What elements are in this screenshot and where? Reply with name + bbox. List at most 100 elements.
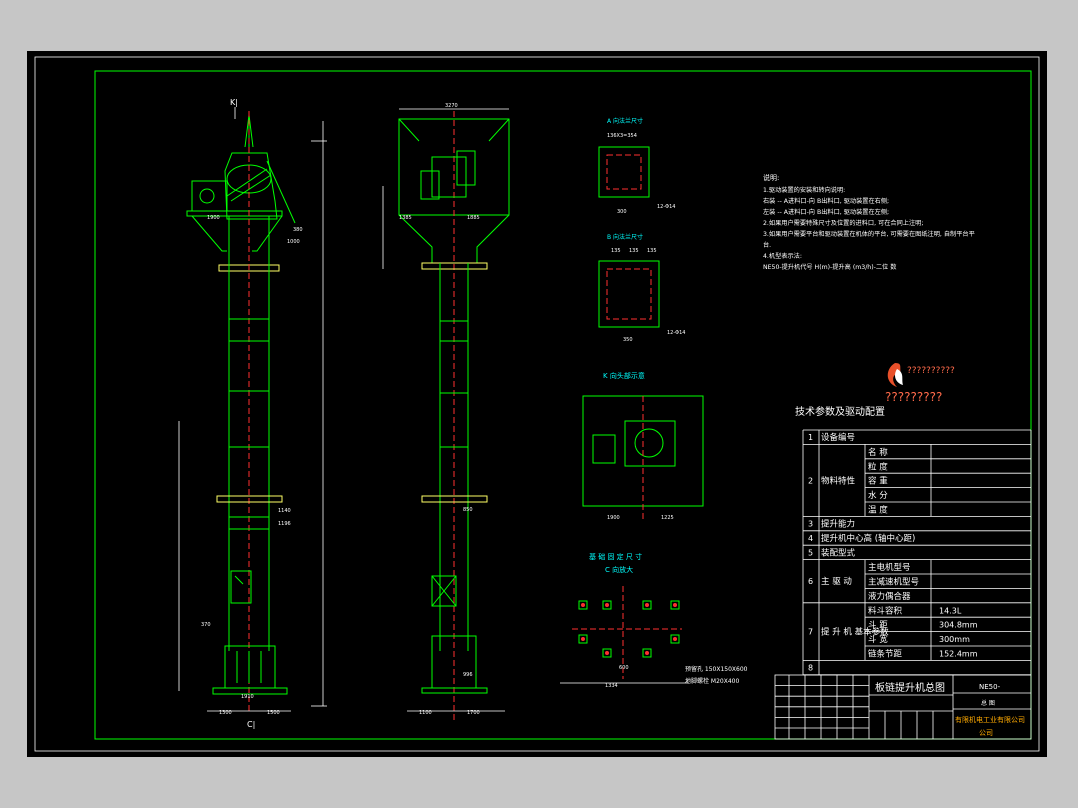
dim-1000: 1000 (287, 239, 300, 245)
dim-380: 380 (293, 227, 303, 233)
dim-1196: 1196 (278, 521, 291, 527)
a-flange-opening (606, 154, 642, 190)
title-block: 板链提升机总图 NE50- 总 图 有限机电工业有限公司 公司 (774, 674, 1032, 740)
dim-1140: 1140 (278, 508, 291, 514)
head-housing (224, 152, 278, 220)
dim-mid-bottom-1: 1100 (419, 710, 432, 716)
b-seg-2: 135 (629, 248, 639, 254)
boot-section (224, 645, 276, 689)
company-name: 有限机电工业有限公司 (955, 715, 1025, 724)
dim-1900: 1900 (207, 215, 220, 221)
gearbox (431, 156, 467, 198)
drawing-canvas: K| C| 1300 1500 1910 1900 380 1000 1140 … (27, 51, 1047, 757)
params-table: 技术参数及驱动配置 1 设备编号 2 物料特性 名 称粒 度容 重水 分温 度 3 提升能力… (795, 405, 1032, 676)
drive-platform (186, 210, 283, 217)
note-line: 2.如果用户需要特殊尺寸及位置的进料口, 可在合同上注明; (763, 219, 923, 227)
anchor-bolt (581, 603, 585, 607)
left-elevation-view: K| C| 1300 1500 1910 1900 380 1000 1140 … (178, 98, 327, 729)
param-sub-label: 名 称 (868, 447, 888, 458)
a-top-dim: 136X3=354 (607, 133, 637, 139)
anchor-bolt (673, 603, 677, 607)
dim-left-bottom-1: 1300 (219, 710, 232, 716)
note-line: 4.机型表示法: (763, 252, 802, 260)
param-row-name: 主 驱 动 (821, 576, 852, 587)
param-row-name: 提升能力 (821, 519, 855, 530)
a-flange-view: A 向法兰尺寸 136X3=354 300 12-Φ14 (598, 117, 675, 215)
dim-top-width: 3270 (445, 103, 458, 109)
param-sub-label: 斗 宽 (868, 634, 888, 645)
param-sub-label: 液力偶合器 (868, 591, 911, 602)
cad-drawing: K| C| 1300 1500 1910 1900 380 1000 1140 … (34, 56, 1040, 752)
param-row-no: 6 (808, 577, 813, 586)
param-sub-label: 水 分 (868, 490, 888, 501)
b-flange-outline (598, 260, 660, 328)
a-view-title: A 向法兰尺寸 (607, 117, 643, 125)
anchor-bolt (605, 603, 609, 607)
dim-850: 850 (463, 507, 473, 513)
k-view-motor (592, 434, 616, 464)
param-row-name: 物料特性 (821, 475, 856, 486)
param-row-no: 7 (808, 628, 813, 637)
anchor-note-1: 预留孔 150X150X600 (685, 665, 748, 673)
dim-head-right: 1885 (467, 215, 480, 221)
note-line: NE50-提升机代号 H(m)-提升高 (m3/h)-二位 数 (763, 263, 897, 271)
note-line: 3.如果用户需要平台和驱动装置在机体的平台, 可需要在图纸注明, 自制平台平 (763, 230, 975, 238)
param-row-name: 提升机中心高 (轴中心距) (821, 533, 915, 544)
dim-found-inner: 600 (619, 665, 629, 671)
k-view-reducer (624, 420, 676, 467)
param-sub-label: 链条节距 (868, 649, 903, 660)
dim-996: 996 (463, 672, 473, 678)
k-view-marker: K| (230, 98, 238, 107)
inner-frame (94, 70, 1032, 740)
dim-head-left: 1385 (399, 215, 412, 221)
anchor-bolt (673, 637, 677, 641)
note-line: 右装 -- A进料口-向 B出料口, 驱动装置在右侧; (763, 197, 889, 205)
note-line: 左装 -- A进料口-向 B出料口, 驱动装置在左侧; (763, 208, 889, 216)
param-row-name: 装配型式 (821, 547, 856, 558)
notes-title: 说明: (763, 173, 779, 182)
logo-company-label: ????????? (885, 390, 942, 404)
b-view-title: B 向法兰尺寸 (607, 233, 643, 241)
foundation-subtitle: C 向放大 (605, 565, 633, 574)
dim-mid-bottom-2: 1700 (467, 710, 480, 716)
drive-motor (191, 180, 228, 212)
b-bottom-dim: 350 (623, 337, 633, 343)
dim-370: 370 (201, 622, 211, 628)
param-sub-label: 主减速机型号 (868, 577, 919, 588)
param-sub-label: 斗 距 (868, 621, 888, 631)
foundation-view: 基 础 固 定 尺 寸 C 向放大 1334 600 预留孔 150X150X6… (560, 552, 748, 689)
anchor-note-2: 地脚螺栓 M20X400 (685, 677, 739, 685)
company-logo: ?????????? ????????? (885, 363, 955, 404)
b-seg-3: 135 (647, 248, 657, 254)
dim-found-bottom: 1334 (605, 683, 618, 689)
drawing-model: NE50- (979, 683, 1001, 691)
param-sub-value: 152.4mm (939, 650, 978, 659)
anchor-bolt (605, 651, 609, 655)
param-row-no: 2 (808, 476, 813, 485)
param-sub-value: 14.3L (939, 606, 962, 615)
dim-k-right: 1225 (661, 515, 674, 521)
param-row-no: 1 (808, 433, 813, 442)
foundation-title: 基 础 固 定 尺 寸 (589, 552, 642, 561)
param-row-no: 4 (808, 534, 813, 543)
param-sub-value: 304.8mm (939, 621, 978, 630)
logo-text: ?????????? (907, 366, 955, 376)
dim-left-bottom-2: 1500 (267, 710, 280, 716)
b-hole-note: 12-Φ14 (667, 330, 685, 336)
param-row-no: 8 (808, 664, 813, 673)
anchor-bolt (645, 651, 649, 655)
note-line: 1.驱动装置的安装和转向说明: (763, 186, 845, 194)
anchor-bolt (581, 637, 585, 641)
general-notes: 说明: 1.驱动装置的安装和转向说明: 右装 -- A进料口-向 B出料口, 驱… (763, 173, 975, 271)
drawing-name: 板链提升机总图 (875, 681, 945, 694)
param-sub-label: 粒 度 (868, 461, 888, 472)
company-name-line2: 公司 (979, 729, 993, 737)
a-width-dim: 300 (617, 209, 627, 215)
outer-border (34, 56, 1040, 752)
feed-inlet (230, 570, 252, 604)
b-flange-opening (606, 268, 652, 320)
param-row-no: 5 (808, 548, 813, 557)
param-row-no: 3 (808, 520, 813, 529)
dim-k-left: 1900 (607, 515, 620, 521)
param-row-name: 设备编号 (821, 432, 855, 443)
